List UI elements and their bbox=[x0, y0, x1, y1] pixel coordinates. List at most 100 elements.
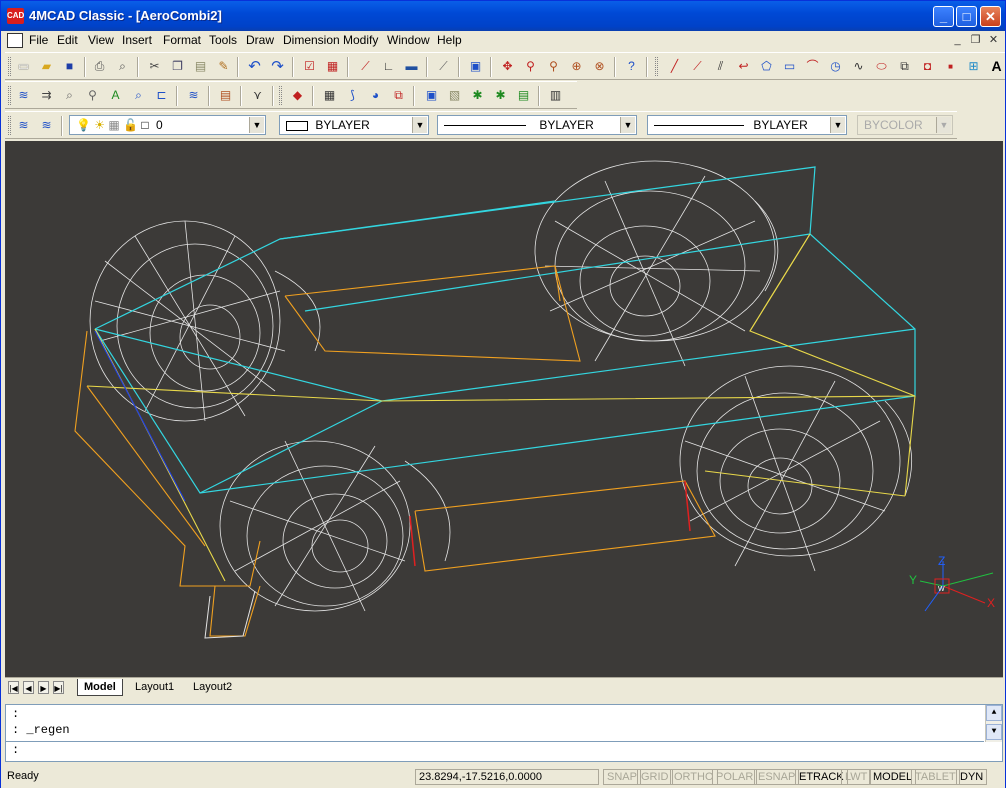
toggle-snap[interactable]: SNAP bbox=[603, 769, 641, 785]
toggle-esnap[interactable]: ESNAP bbox=[754, 769, 800, 785]
ray-icon[interactable]: ⟋ bbox=[689, 58, 706, 75]
dimension-style-icon[interactable]: ⌕ bbox=[130, 87, 147, 104]
ellipse-icon[interactable]: ⬭ bbox=[873, 58, 890, 75]
last-tab-button[interactable]: ▶| bbox=[53, 681, 64, 694]
zoom-in-icon[interactable]: ⊕ bbox=[568, 58, 585, 75]
prev-tab-button[interactable]: ◀ bbox=[23, 681, 34, 694]
layer-manager-icon[interactable]: ≋ bbox=[185, 87, 202, 104]
purge-icon[interactable]: ⋎ bbox=[249, 87, 266, 104]
new-file-icon[interactable]: ▭ bbox=[15, 58, 32, 75]
fog-icon[interactable]: ▧ bbox=[446, 87, 463, 104]
toggle-tablet[interactable]: TABLET bbox=[911, 769, 960, 785]
distance-icon[interactable]: ⟋ bbox=[357, 58, 374, 75]
make-block-icon[interactable]: ◘ bbox=[919, 58, 936, 75]
attach-material-icon[interactable]: ⧉ bbox=[390, 87, 407, 104]
background-icon[interactable]: ▣ bbox=[423, 87, 440, 104]
menu-tools[interactable]: Tools bbox=[209, 33, 237, 47]
render-toolbar-grip[interactable] bbox=[279, 86, 282, 105]
chevron-down-icon[interactable]: ▼ bbox=[620, 117, 635, 133]
match-properties-icon[interactable]: ✎ bbox=[215, 58, 232, 75]
doc-close-button[interactable]: ✕ bbox=[985, 33, 1002, 48]
brush-icon[interactable]: ⟋ bbox=[435, 58, 452, 75]
design-center-icon[interactable]: ▦ bbox=[324, 58, 341, 75]
print-preview-icon[interactable]: ⌕ bbox=[114, 58, 131, 75]
menu-help[interactable]: Help bbox=[437, 33, 462, 47]
maximize-button[interactable]: □ bbox=[956, 6, 977, 27]
toggle-lwt[interactable]: LWT bbox=[841, 769, 872, 785]
toggle-dyn[interactable]: DYN bbox=[956, 769, 988, 785]
menu-modify[interactable]: Modify bbox=[343, 33, 378, 47]
circle-icon[interactable]: ◷ bbox=[827, 58, 844, 75]
material-icon[interactable]: ◕ bbox=[367, 87, 384, 104]
zoom-window-icon[interactable]: ⚲ bbox=[545, 58, 562, 75]
toggle-grid[interactable]: GRID bbox=[637, 769, 673, 785]
save-icon[interactable]: ■ bbox=[61, 58, 78, 75]
menu-draw[interactable]: Draw bbox=[246, 33, 274, 47]
hatch-icon[interactable]: ⊞ bbox=[965, 58, 982, 75]
drawing-viewport[interactable]: Z Y X W bbox=[5, 141, 1003, 677]
chevron-down-icon[interactable]: ▼ bbox=[412, 117, 427, 133]
polygon-icon[interactable]: ⬠ bbox=[758, 58, 775, 75]
cut-icon[interactable]: ✂ bbox=[146, 58, 163, 75]
menu-format[interactable]: Format bbox=[163, 33, 201, 47]
arc-icon[interactable]: ⌒ bbox=[804, 58, 821, 75]
command-prompt[interactable]: : bbox=[12, 743, 19, 757]
color-dropdown[interactable]: BYLAYER ▼ bbox=[279, 115, 429, 135]
copy-icon[interactable]: ❐ bbox=[169, 58, 186, 75]
paste-icon[interactable]: ▤ bbox=[192, 58, 209, 75]
pan-icon[interactable]: ✥ bbox=[499, 58, 516, 75]
layers-icon[interactable]: ≋ bbox=[15, 87, 32, 104]
undo-icon[interactable]: ↶ bbox=[246, 58, 263, 75]
render-icon[interactable]: ◆ bbox=[289, 87, 306, 104]
close-button[interactable]: ✕ bbox=[980, 6, 1001, 27]
lineweight-dropdown[interactable]: BYLAYER ▼ bbox=[647, 115, 847, 135]
print-icon[interactable]: ⎙ bbox=[91, 58, 108, 75]
minimize-button[interactable]: _ bbox=[933, 6, 954, 27]
render-preferences-icon[interactable]: ▥ bbox=[547, 87, 564, 104]
toolbar-grip[interactable] bbox=[8, 116, 11, 135]
aerial-view-icon[interactable]: ▣ bbox=[467, 58, 484, 75]
rectangle-icon[interactable]: ▭ bbox=[781, 58, 798, 75]
command-window[interactable]: : : _regen : ▲ ▼ bbox=[5, 704, 1003, 762]
light-icon[interactable]: ⟆ bbox=[344, 87, 361, 104]
zoom-realtime-icon[interactable]: ⚲ bbox=[522, 58, 539, 75]
document-icon[interactable] bbox=[7, 33, 23, 48]
table-style-icon[interactable]: ⊏ bbox=[153, 87, 170, 104]
layer-state-icon[interactable]: ⇉ bbox=[38, 87, 55, 104]
line-icon[interactable]: ╱ bbox=[666, 58, 683, 75]
text-style-icon[interactable]: A bbox=[107, 87, 124, 104]
menu-insert[interactable]: Insert bbox=[122, 33, 152, 47]
menu-view[interactable]: View bbox=[88, 33, 114, 47]
layer-filter-icon[interactable]: ⌕ bbox=[61, 87, 78, 104]
properties-icon[interactable]: ☑ bbox=[301, 58, 318, 75]
next-tab-button[interactable]: ▶ bbox=[38, 681, 49, 694]
scroll-up-icon[interactable]: ▲ bbox=[986, 705, 1002, 721]
doc-minimize-button[interactable]: _ bbox=[949, 33, 966, 48]
landscape-icon[interactable]: ✱ bbox=[469, 87, 486, 104]
title-bar[interactable]: CAD 4MCAD Classic - [AeroCombi2] _ □ ✕ bbox=[1, 1, 1005, 31]
command-scrollbar[interactable]: ▲ ▼ bbox=[985, 705, 1002, 742]
point-icon[interactable]: ■ bbox=[942, 58, 959, 75]
redo-icon[interactable]: ↷ bbox=[269, 58, 286, 75]
toolbar-grip[interactable] bbox=[8, 57, 11, 76]
insert-block-icon[interactable]: ⧉ bbox=[896, 58, 913, 75]
text-icon[interactable]: A bbox=[988, 58, 1005, 75]
layer-search-icon[interactable]: ⚲ bbox=[84, 87, 101, 104]
layers-icon[interactable]: ≋ bbox=[15, 117, 32, 134]
linetype-dropdown[interactable]: BYLAYER ▼ bbox=[437, 115, 637, 135]
chevron-down-icon[interactable]: ▼ bbox=[830, 117, 845, 133]
tab-layout1[interactable]: Layout1 bbox=[129, 679, 180, 696]
draw-toolbar-grip[interactable] bbox=[655, 57, 658, 76]
polyline-icon[interactable]: ↩ bbox=[735, 58, 752, 75]
toggle-etrack[interactable]: ETRACK bbox=[795, 769, 848, 785]
measure-icon[interactable]: ▬ bbox=[403, 58, 420, 75]
first-tab-button[interactable]: |◀ bbox=[8, 681, 19, 694]
make-current-layer-icon[interactable]: ≋ bbox=[38, 117, 55, 134]
tab-model[interactable]: Model bbox=[77, 679, 123, 696]
multiline-icon[interactable]: ⫽ bbox=[712, 58, 729, 75]
layer-dropdown[interactable]: 💡 ☀ ▦ 🔓 □ 0 ▼ bbox=[69, 115, 266, 135]
landscape-edit-icon[interactable]: ✱ bbox=[492, 87, 509, 104]
chevron-down-icon[interactable]: ▼ bbox=[249, 117, 264, 133]
spline-icon[interactable]: ∿ bbox=[850, 58, 867, 75]
open-folder-icon[interactable]: ▰ bbox=[38, 58, 55, 75]
